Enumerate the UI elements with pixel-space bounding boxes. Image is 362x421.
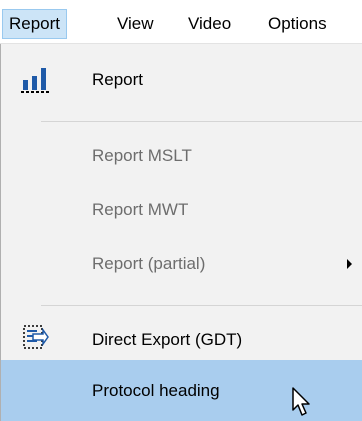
menu-item-label: Report	[92, 70, 144, 89]
bar-chart-icon	[21, 68, 49, 93]
menubar-report[interactable]: Report	[2, 9, 68, 39]
menu-separator	[41, 121, 362, 122]
menu-separator	[41, 305, 362, 306]
menubar-options[interactable]: Options	[268, 9, 327, 39]
export-icon	[23, 325, 49, 349]
menu-item-report[interactable]: Report	[1, 50, 362, 110]
menu-item-report-partial[interactable]: Report (partial)	[1, 234, 362, 294]
menu-item-label: Report MSLT	[92, 146, 192, 165]
menu-item-report-mwt[interactable]: Report MWT	[1, 180, 362, 240]
menubar-video[interactable]: Video	[188, 9, 231, 39]
menu-item-label: Report MWT	[92, 200, 189, 219]
menu-item-label: Protocol heading	[92, 381, 220, 400]
mouse-cursor-icon	[292, 387, 310, 416]
menu-item-report-mslt[interactable]: Report MSLT	[1, 126, 362, 186]
submenu-arrow-icon	[347, 259, 352, 269]
menu-bar: Report View Video Options	[0, 0, 362, 44]
report-dropdown-menu: Report Report MSLT Report MWT Report (pa…	[0, 44, 362, 421]
menubar-view[interactable]: View	[117, 9, 154, 39]
menu-item-label: Report (partial)	[92, 254, 206, 273]
